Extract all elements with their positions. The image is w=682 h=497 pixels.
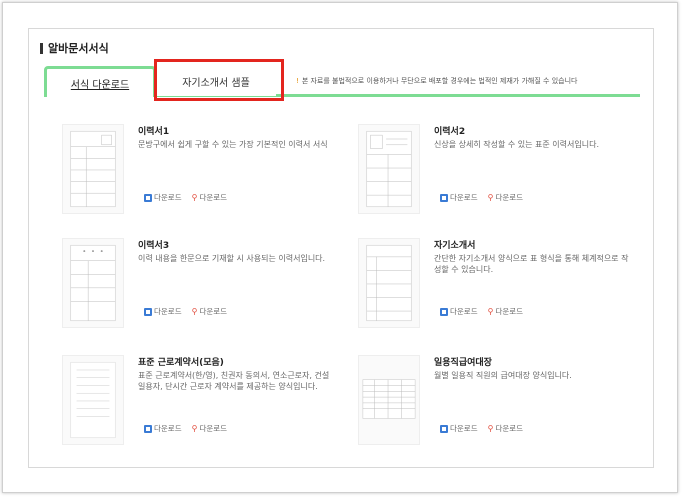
download-pdf-link[interactable]: ⚲ 다운로드 (192, 423, 227, 434)
form-preview-icon (362, 379, 416, 419)
download-pdf-link[interactable]: ⚲ 다운로드 (192, 306, 227, 317)
document-thumbnail[interactable] (358, 355, 420, 445)
form-preview-icon (366, 244, 412, 322)
form-preview-icon (366, 130, 412, 208)
document-thumbnail[interactable] (358, 238, 420, 328)
hwp-file-icon (440, 424, 448, 433)
download-label: 다운로드 (154, 193, 182, 202)
document-thumbnail[interactable] (62, 355, 124, 445)
hwp-file-icon (144, 307, 152, 316)
download-links: 다운로드 ⚲ 다운로드 (440, 423, 523, 434)
document-card-resume1: 이력서1 문방구에서 쉽게 구할 수 있는 가장 기본적인 이력서 서식 다운로… (62, 124, 332, 224)
copyright-notice-text: 본 자료를 불법적으로 이용하거나 무단으로 배포할 경우에는 법적인 제재가 … (301, 77, 578, 85)
document-description: 신상을 상세히 작성할 수 있는 표준 이력서입니다. (434, 140, 599, 149)
document-description: 문방구에서 쉽게 구할 수 있는 가장 기본적인 이력서 서식 (138, 140, 328, 149)
document-title: 표준 근로계약서(모음) (138, 358, 224, 368)
hwp-file-icon (144, 424, 152, 433)
pdf-file-icon: ⚲ (191, 424, 198, 433)
document-title: 자기소개서 (434, 241, 476, 251)
hwp-file-icon (440, 307, 448, 316)
download-hwp-link[interactable]: 다운로드 (144, 423, 182, 434)
document-description: 표준 근로계약서(한/영), 친권자 동의서, 연소근로자, 건설 일용자, 단… (138, 371, 330, 391)
tab-cover-letter-sample-label: 자기소개서 샘플 (182, 77, 250, 89)
download-label: 다운로드 (450, 193, 478, 202)
download-label: 다운로드 (450, 424, 478, 433)
download-links: 다운로드 ⚲ 다운로드 (440, 192, 523, 203)
download-links: 다운로드 ⚲ 다운로드 (144, 192, 227, 203)
download-pdf-link[interactable]: ⚲ 다운로드 (488, 306, 523, 317)
download-pdf-link[interactable]: ⚲ 다운로드 (192, 192, 227, 203)
document-title: 이력서1 (138, 127, 170, 137)
document-description: 월별 일용직 직원의 급여대장 양식입니다. (434, 371, 572, 380)
download-links: 다운로드 ⚲ 다운로드 (440, 306, 523, 317)
form-preview-icon (70, 361, 116, 439)
download-links: 다운로드 ⚲ 다운로드 (144, 306, 227, 317)
document-description: 간단한 자기소개서 양식으로 표 형식을 통해 체계적으로 작성할 수 있습니다… (434, 254, 629, 274)
download-label: 다운로드 (154, 424, 182, 433)
hwp-file-icon (440, 193, 448, 202)
section-title-text: 알바문서서식 (48, 42, 109, 55)
download-hwp-link[interactable]: 다운로드 (440, 192, 478, 203)
form-preview-icon (70, 130, 116, 208)
hwp-file-icon (144, 193, 152, 202)
title-bar-marker (40, 42, 43, 54)
download-label: 다운로드 (450, 307, 478, 316)
download-hwp-link[interactable]: 다운로드 (440, 306, 478, 317)
document-card-labor-contract: 표준 근로계약서(모음) 표준 근로계약서(한/영), 친권자 동의서, 연소근… (62, 355, 332, 455)
download-pdf-link[interactable]: ⚲ 다운로드 (488, 192, 523, 203)
pdf-file-icon: ⚲ (487, 193, 494, 202)
copyright-notice: ! 본 자료를 불법적으로 이용하거나 무단으로 배포할 경우에는 법적인 제재가… (296, 76, 577, 86)
document-thumbnail[interactable] (358, 124, 420, 214)
download-pdf-link[interactable]: ⚲ 다운로드 (488, 423, 523, 434)
form-preview-icon (70, 244, 116, 322)
document-card-cover-letter: 자기소개서 간단한 자기소개서 양식으로 표 형식을 통해 체계적으로 작성할 … (358, 238, 628, 338)
document-title: 이력서3 (138, 241, 170, 251)
download-links: 다운로드 ⚲ 다운로드 (144, 423, 227, 434)
download-label: 다운로드 (495, 307, 524, 316)
tab-form-download[interactable]: 서식 다운로드 (44, 66, 156, 97)
download-label: 다운로드 (199, 424, 228, 433)
section-title: 알바문서서식 (40, 40, 109, 56)
warning-icon: ! (296, 77, 299, 85)
document-title: 이력서2 (434, 127, 466, 137)
tab-cover-letter-sample[interactable]: 자기소개서 샘플 (156, 66, 276, 96)
download-hwp-link[interactable]: 다운로드 (440, 423, 478, 434)
download-label: 다운로드 (199, 307, 228, 316)
document-title: 일용직급여대장 (434, 358, 492, 368)
document-description: 이력 내용을 한문으로 기재할 시 사용되는 이력서입니다. (138, 254, 326, 263)
download-label: 다운로드 (495, 193, 524, 202)
pdf-file-icon: ⚲ (191, 307, 198, 316)
download-label: 다운로드 (495, 424, 524, 433)
document-card-resume3: 이력서3 이력 내용을 한문으로 기재할 시 사용되는 이력서입니다. 다운로드… (62, 238, 332, 338)
download-label: 다운로드 (199, 193, 228, 202)
pdf-file-icon: ⚲ (191, 193, 198, 202)
download-hwp-link[interactable]: 다운로드 (144, 306, 182, 317)
pdf-file-icon: ⚲ (487, 307, 494, 316)
document-thumbnail[interactable] (62, 238, 124, 328)
document-card-resume2: 이력서2 신상을 상세히 작성할 수 있는 표준 이력서입니다. 다운로드 ⚲ 다… (358, 124, 628, 224)
document-thumbnail[interactable] (62, 124, 124, 214)
download-label: 다운로드 (154, 307, 182, 316)
pdf-file-icon: ⚲ (487, 424, 494, 433)
tab-form-download-label: 서식 다운로드 (70, 79, 130, 91)
document-card-daily-payroll: 일용직급여대장 월별 일용직 직원의 급여대장 양식입니다. 다운로드 ⚲ 다운로… (358, 355, 628, 455)
download-hwp-link[interactable]: 다운로드 (144, 192, 182, 203)
